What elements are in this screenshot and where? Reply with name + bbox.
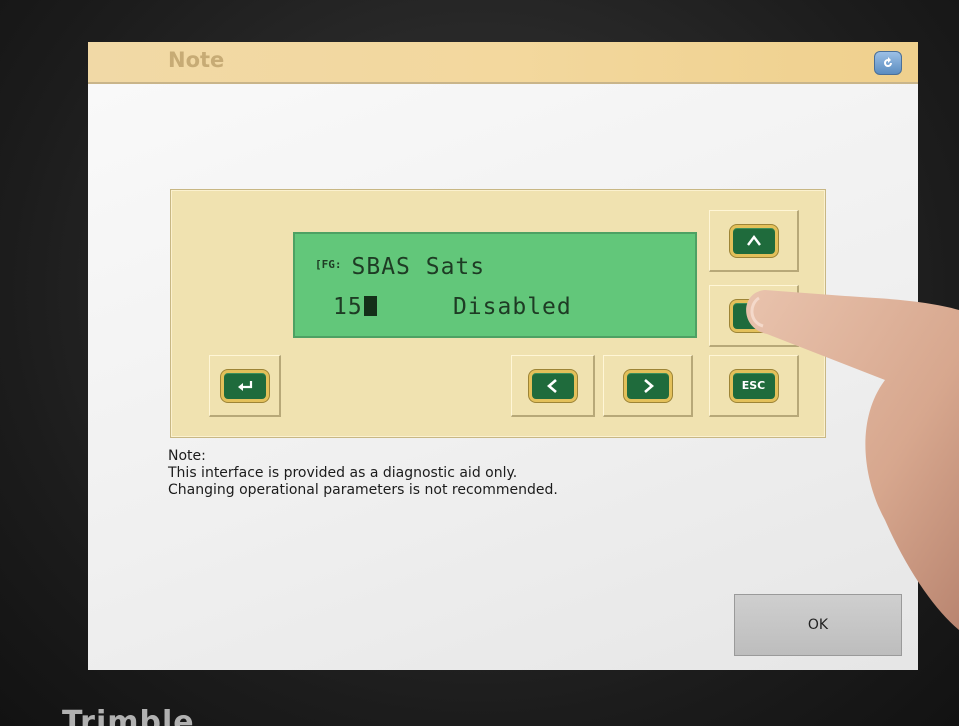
enter-button[interactable] xyxy=(220,369,269,402)
finger-overlay xyxy=(746,290,959,630)
key-cell-right xyxy=(603,355,693,417)
left-button[interactable] xyxy=(528,369,577,402)
key-cell-left xyxy=(511,355,595,417)
note-line-1: This interface is provided as a diagnost… xyxy=(168,465,518,481)
note-line-2: Changing operational parameters is not r… xyxy=(168,482,558,498)
key-cell-enter xyxy=(209,355,281,417)
window-title: Note xyxy=(168,48,225,72)
note-heading: Note: xyxy=(168,448,206,464)
keypad-panel: [FG: SBAS Sats 15 Disabled ESC xyxy=(170,189,826,438)
right-button[interactable] xyxy=(623,369,672,402)
lcd-row-1: [FG: SBAS Sats xyxy=(315,254,485,280)
lcd-status: Disabled xyxy=(452,294,572,320)
chevron-up-icon xyxy=(746,234,761,246)
lcd-parameter-name: SBAS Sats xyxy=(351,254,486,280)
back-arrow-icon xyxy=(884,57,892,67)
chevron-left-icon xyxy=(546,378,557,393)
back-button[interactable] xyxy=(874,51,902,75)
up-button[interactable] xyxy=(729,224,778,257)
enter-arrow-icon xyxy=(237,380,252,391)
key-cell-up xyxy=(709,210,799,272)
lcd-row-2: 15 Disabled xyxy=(333,294,572,320)
chevron-right-icon xyxy=(643,378,654,393)
title-bar: Note xyxy=(88,42,918,84)
lcd-prefix: [FG: xyxy=(315,258,342,271)
brand-logo: Trimble xyxy=(62,705,195,726)
lcd-display: [FG: SBAS Sats 15 Disabled xyxy=(293,232,697,338)
lcd-value: 15 xyxy=(333,294,363,320)
lcd-cursor xyxy=(363,296,377,316)
note-text: Note: This interface is provided as a di… xyxy=(168,448,558,499)
